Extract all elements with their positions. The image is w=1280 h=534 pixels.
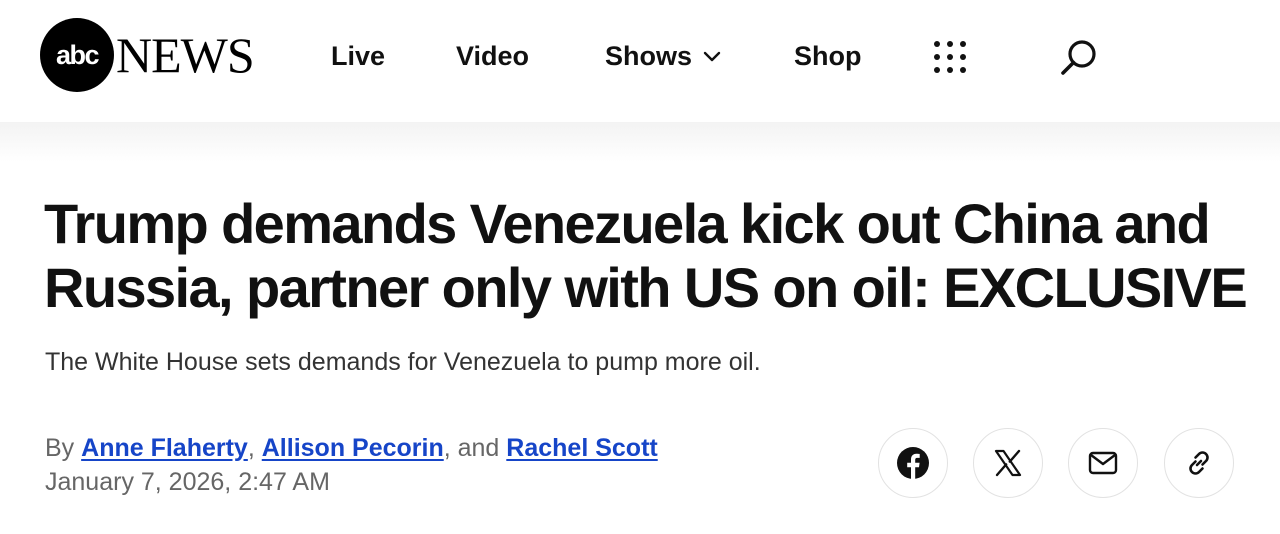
logo-abc-text: abc	[55, 39, 100, 70]
author-link-allison-pecorin[interactable]: Allison Pecorin	[262, 434, 444, 462]
nav-shows[interactable]: Shows	[605, 36, 722, 76]
nav-shop[interactable]: Shop	[794, 36, 862, 76]
author-separator: ,	[247, 434, 255, 462]
chevron-down-icon	[703, 51, 721, 62]
abc-logo-circle: abc	[40, 18, 114, 92]
nav-video[interactable]: Video	[456, 36, 529, 76]
share-facebook-button[interactable]	[878, 428, 948, 498]
share-email-button[interactable]	[1068, 428, 1138, 498]
abc-news-logo[interactable]: abc NEWS	[40, 18, 255, 92]
copy-link-button[interactable]	[1164, 428, 1234, 498]
author-link-anne-flaherty[interactable]: Anne Flaherty	[81, 434, 248, 462]
author-and: , and	[443, 434, 500, 462]
article-subheadline: The White House sets demands for Venezue…	[45, 348, 761, 376]
nav-shows-label: Shows	[605, 41, 693, 71]
author-link-rachel-scott[interactable]: Rachel Scott	[506, 434, 657, 462]
mail-icon	[1088, 451, 1118, 475]
site-header: abc NEWS Live Video Shows Shop	[0, 0, 1280, 122]
link-icon	[1189, 451, 1209, 475]
grid-dots-icon[interactable]	[933, 40, 967, 74]
x-icon	[994, 449, 1022, 477]
article-date: January 7, 2026, 2:47 AM	[45, 468, 330, 496]
nav-live[interactable]: Live	[331, 36, 385, 76]
facebook-icon	[897, 447, 929, 479]
logo-news-text: NEWS	[116, 27, 255, 83]
byline: By Anne Flaherty, Allison Pecorin, and R…	[45, 431, 658, 465]
share-x-button[interactable]	[973, 428, 1043, 498]
article-headline: Trump demands Venezuela kick out China a…	[44, 192, 1248, 319]
header-shadow-divider	[0, 122, 1280, 162]
byline-prefix: By	[45, 434, 75, 462]
search-icon[interactable]	[1060, 38, 1098, 76]
